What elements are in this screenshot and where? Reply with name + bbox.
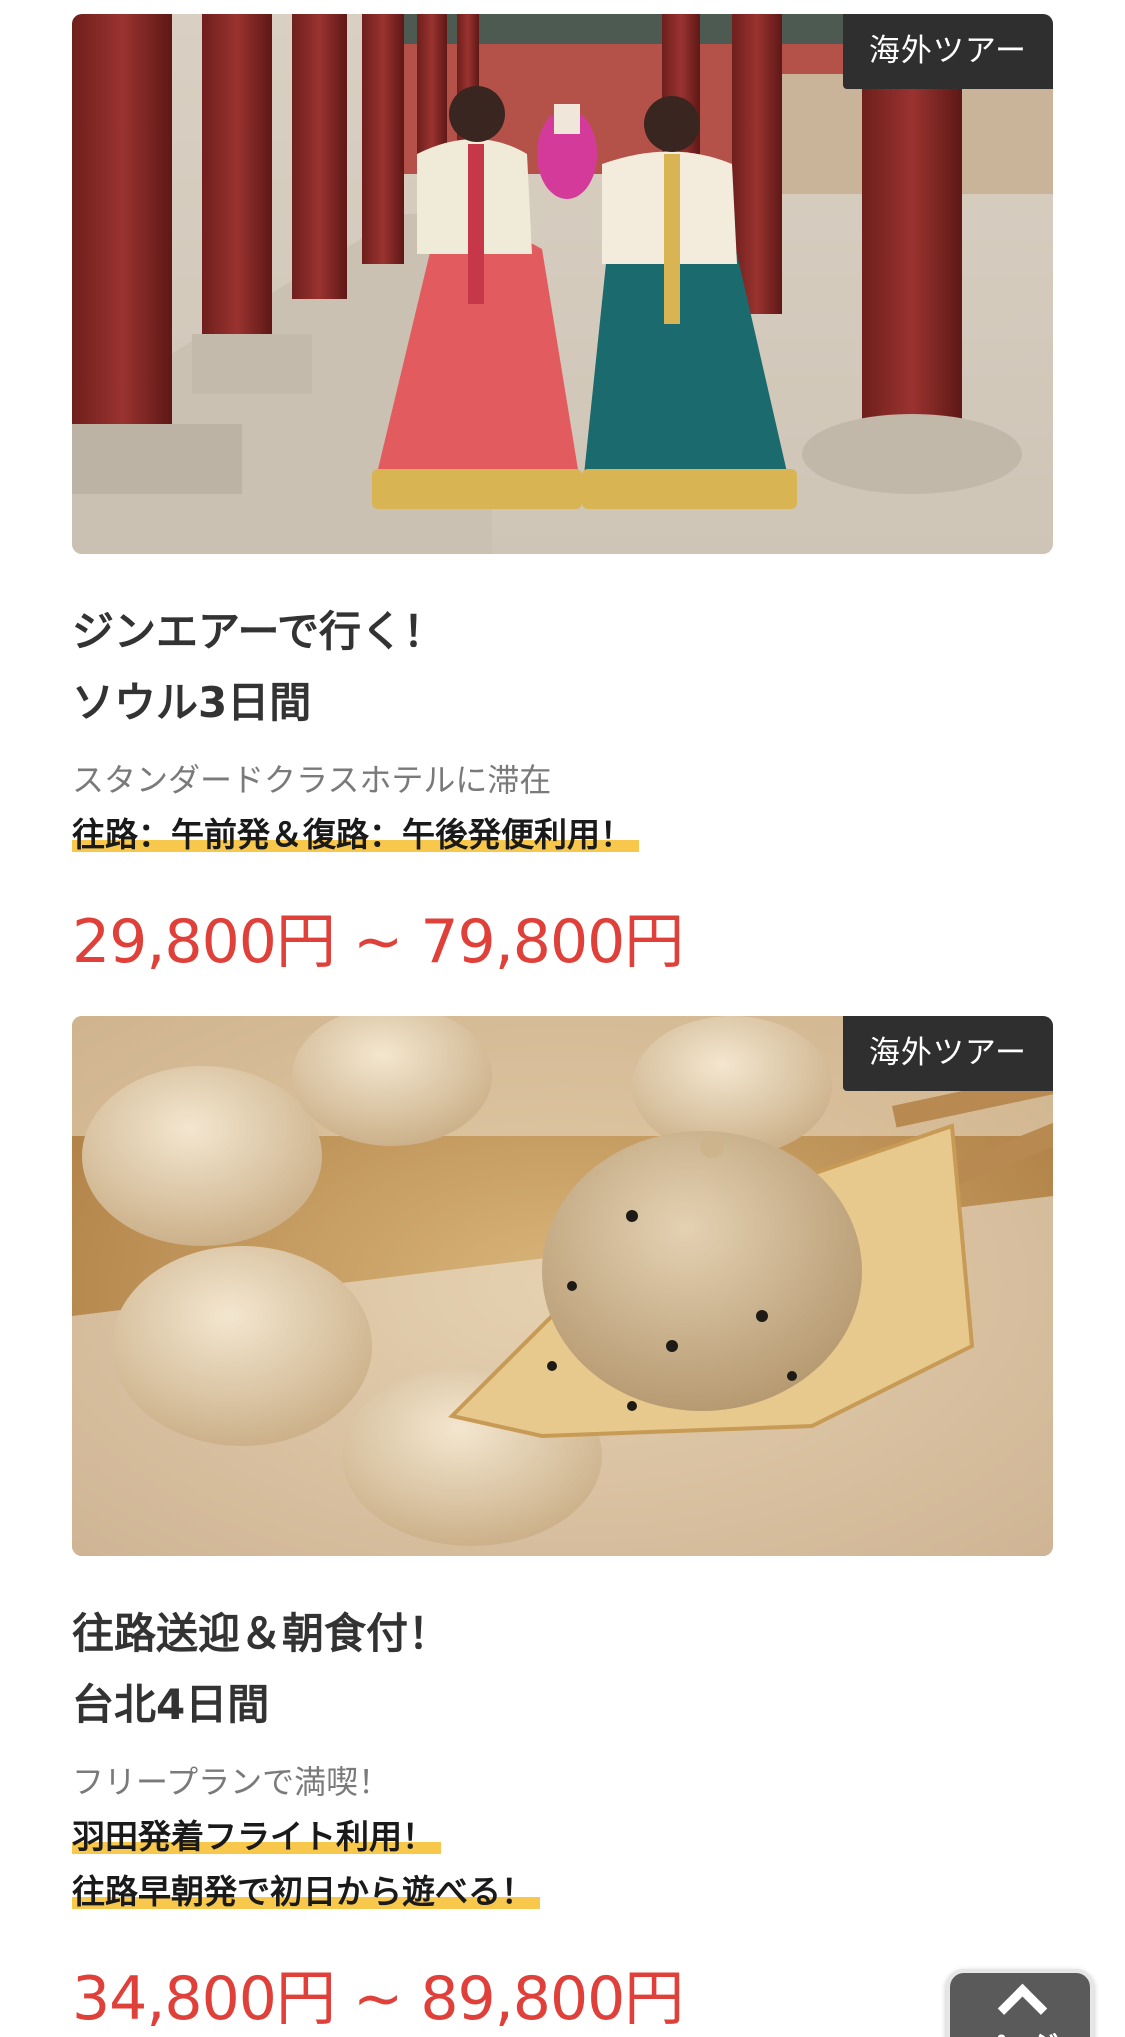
tour-card[interactable]: 海外ツアー ジンエアーで行く！ ソウル3日間 スタンダードクラスホテルに滞在 往…	[72, 14, 1053, 977]
tour-title[interactable]: ジンエアーで行く！ ソウル3日間	[72, 596, 1053, 738]
tour-price: 29,800円 ~ 79,800円	[72, 907, 684, 977]
category-badge: 海外ツアー	[842, 14, 1053, 89]
category-badge: 海外ツアー	[842, 1016, 1053, 1091]
page-top-button[interactable]: ページ	[946, 1969, 1094, 2037]
tour-photo[interactable]: 海外ツアー	[72, 1016, 1053, 1556]
highlight-text: 往路早朝発で初日から遊べる！	[72, 1871, 540, 1913]
tour-price: 34,800円 ~ 89,800円	[72, 1964, 684, 2034]
page-top-label: ページ	[950, 2025, 1090, 2037]
tour-subtitle: フリープランで満喫！	[72, 1763, 391, 1801]
tour-title-line: 往路送迎＆朝食付！	[72, 1609, 451, 1658]
tour-title-line: ソウル3日間	[72, 678, 312, 727]
tour-highlights: 羽田発着フライト利用！ 往路早朝発で初日から遊べる！	[72, 1816, 1053, 1926]
tour-list-page: 海外ツアー ジンエアーで行く！ ソウル3日間 スタンダードクラスホテルに滞在 往…	[0, 0, 1125, 2037]
tour-title-line: ジンエアーで行く！	[72, 607, 445, 656]
tour-highlights: 往路：午前発＆復路：午後発便利用！	[72, 814, 1053, 869]
tour-subtitle: スタンダードクラスホテルに滞在	[72, 761, 552, 799]
tour-photo[interactable]: 海外ツアー	[72, 14, 1053, 554]
tour-title-line: 台北4日間	[72, 1680, 270, 1729]
highlight-text: 往路：午前発＆復路：午後発便利用！	[72, 814, 639, 856]
tour-card[interactable]: 海外ツアー 往路送迎＆朝食付！ 台北4日間 フリープランで満喫！ 羽田発着フライ…	[72, 1016, 1053, 2034]
tour-title[interactable]: 往路送迎＆朝食付！ 台北4日間	[72, 1598, 1053, 1740]
highlight-text: 羽田発着フライト利用！	[72, 1816, 441, 1858]
